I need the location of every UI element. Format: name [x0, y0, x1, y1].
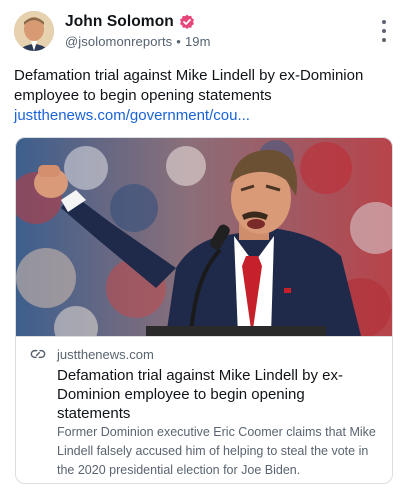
link-card-domain: justthenews.com: [57, 346, 154, 362]
avatar[interactable]: [14, 11, 54, 51]
post-header: John Solomon @jsolomonreports • 19m: [14, 11, 395, 51]
link-card-description: Former Dominion executive Eric Coomer cl…: [57, 425, 376, 477]
post: John Solomon @jsolomonreports • 19m Defama…: [0, 0, 409, 500]
link-card-body: justthenews.com Defamation trial against…: [16, 336, 392, 483]
meta-separator: •: [176, 34, 181, 49]
post-text: Defamation trial against Mike Lindell by…: [14, 66, 399, 126]
more-options-icon[interactable]: [377, 20, 391, 42]
display-name[interactable]: John Solomon: [65, 13, 174, 31]
link-card[interactable]: justthenews.com Defamation trial against…: [15, 137, 393, 484]
link-card-domain-row: justthenews.com: [30, 346, 154, 362]
display-name-row: John Solomon: [65, 12, 211, 31]
author-info: John Solomon @jsolomonreports • 19m: [65, 12, 211, 50]
link-card-title[interactable]: Defamation trial against Mike Lindell by…: [57, 366, 377, 423]
post-link[interactable]: justthenews.com/government/cou...: [14, 106, 399, 126]
author-handle[interactable]: @jsolomonreports: [65, 34, 172, 49]
post-meta: @jsolomonreports • 19m: [65, 34, 211, 49]
post-timestamp[interactable]: 19m: [185, 34, 211, 49]
verified-badge-icon: [179, 14, 195, 30]
link-card-image[interactable]: [16, 138, 393, 336]
link-icon: [30, 349, 46, 359]
post-body: Defamation trial against Mike Lindell by…: [14, 67, 364, 104]
